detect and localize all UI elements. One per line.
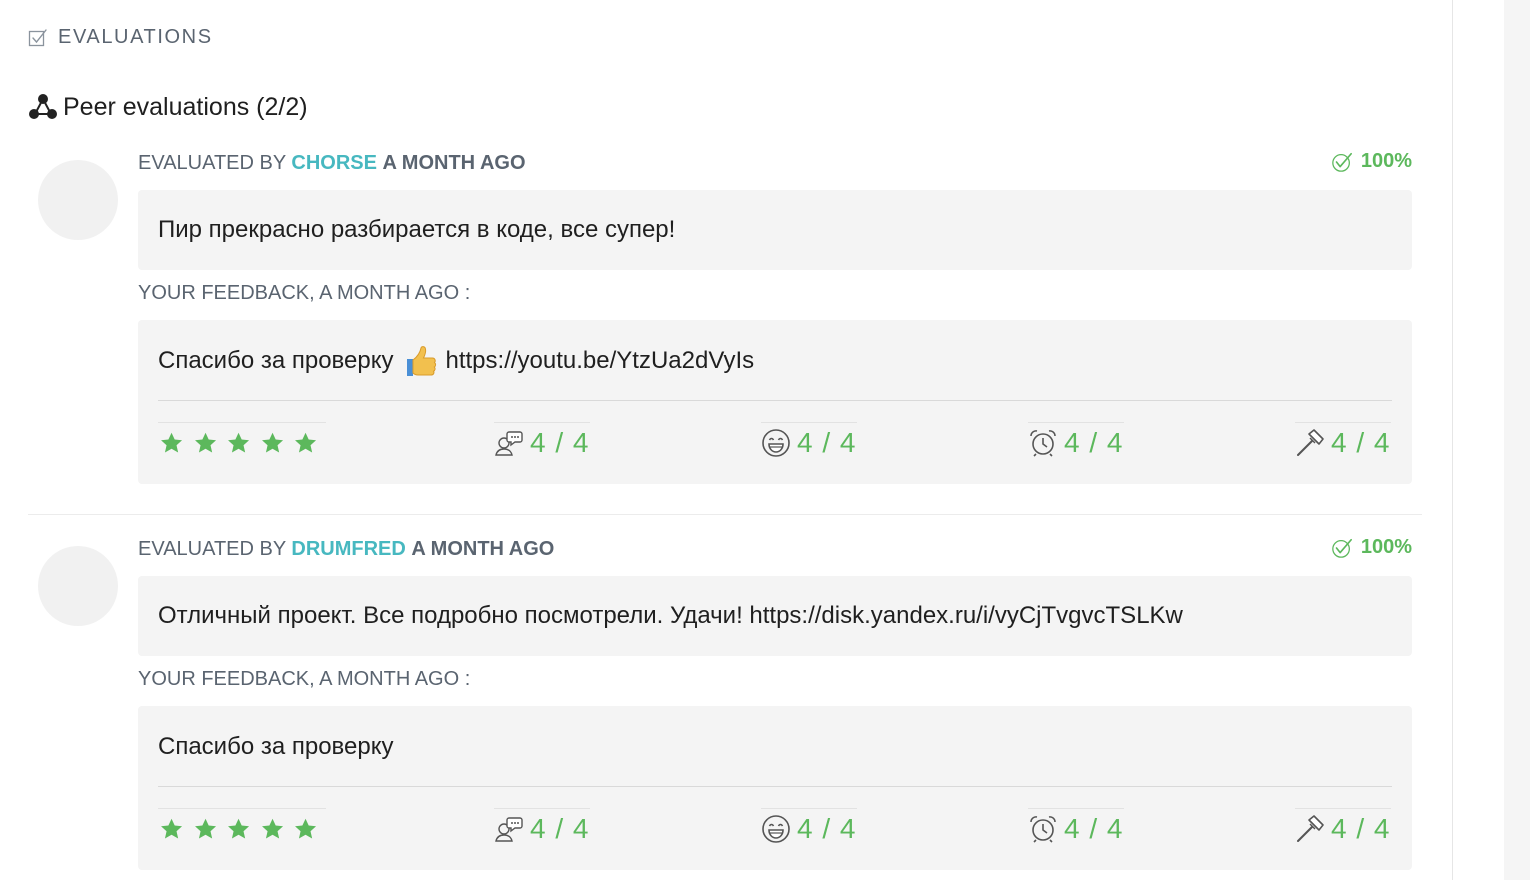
star-icon (158, 430, 185, 456)
evaluation-score: 100% (1331, 150, 1412, 173)
evaluation-score: 100% (1331, 536, 1412, 559)
star-icon (292, 430, 319, 456)
rating-score: 4 / 4 (1064, 812, 1124, 844)
divider (158, 786, 1392, 787)
check-circle-icon (1331, 151, 1353, 173)
rating-score: 4 / 4 (530, 812, 590, 844)
evaluated-by-label: EVALUATED BY (138, 538, 286, 560)
evaluator-comment: Отличный проект. Все подробно посмотрели… (138, 576, 1412, 656)
feedback-box: Спасибо за проверку 4 / 4 4 / 4 4 / 4 4 … (138, 706, 1412, 870)
rating-skill: 4 / 4 (1295, 808, 1391, 848)
thumbs-up-icon (406, 346, 436, 376)
feedback-label: YOUR FEEDBACK, A MONTH AGO : (138, 668, 471, 690)
smiley-icon (761, 814, 791, 844)
star-icon (259, 816, 286, 842)
smiley-icon (761, 428, 791, 458)
alarm-clock-icon (1028, 428, 1058, 458)
rating-attitude: 4 / 4 (761, 808, 857, 848)
evaluated-by-label: EVALUATED BY (138, 152, 286, 174)
speech-icon (494, 814, 524, 844)
star-icon (225, 430, 252, 456)
network-icon (29, 94, 57, 119)
rating-score: 4 / 4 (530, 426, 590, 458)
feedback-text: Спасибо за проверку (158, 726, 394, 768)
evaluation-header: EVALUATED BY CHORSE A MONTH AGO (138, 152, 526, 175)
divider (158, 400, 1392, 401)
feedback-text: Спасибо за проверку https://youtu.be/Ytz… (158, 340, 754, 382)
rating-communication: 4 / 4 (494, 808, 590, 848)
evaluation-time: A MONTH AGO (411, 538, 555, 560)
avatar[interactable] (38, 160, 118, 240)
speech-icon (494, 428, 524, 458)
rating-punctuality: 4 / 4 (1028, 422, 1124, 462)
rating-score: 4 / 4 (1064, 426, 1124, 458)
evaluation-time: A MONTH AGO (382, 152, 526, 174)
score-percent: 100% (1360, 536, 1412, 558)
rating-communication: 4 / 4 (494, 422, 590, 462)
hammer-icon (1295, 428, 1325, 458)
checkbox-icon (28, 28, 47, 46)
star-icon (259, 430, 286, 456)
rating-attitude: 4 / 4 (761, 422, 857, 462)
rating-score: 4 / 4 (797, 426, 857, 458)
hammer-icon (1295, 814, 1325, 844)
rating-skill: 4 / 4 (1295, 422, 1391, 462)
check-circle-icon (1331, 537, 1353, 559)
rating-punctuality: 4 / 4 (1028, 808, 1124, 848)
feedback-text-start: Спасибо за проверку (158, 347, 394, 374)
evaluator-link[interactable]: DRUMFRED (291, 538, 405, 560)
evaluation-separator (28, 514, 1422, 515)
evaluations-header: EVALUATIONS (28, 26, 213, 49)
evaluation-header: EVALUATED BY DRUMFRED A MONTH AGO (138, 538, 554, 561)
peer-title-text: Peer evaluations (2/2) (63, 92, 308, 121)
star-rating (158, 422, 326, 462)
section-title: EVALUATIONS (58, 26, 213, 48)
avatar[interactable] (38, 546, 118, 626)
feedback-link[interactable]: https://youtu.be/YtzUa2dVyIs (446, 347, 755, 375)
star-icon (292, 816, 319, 842)
rating-score: 4 / 4 (1331, 426, 1391, 458)
right-panel-edge (1504, 0, 1530, 880)
star-rating (158, 808, 326, 848)
page-divider (1452, 0, 1453, 880)
evaluator-comment: Пир прекрасно разбирается в коде, все су… (138, 190, 1412, 270)
feedback-box: Спасибо за проверку https://youtu.be/Ytz… (138, 320, 1412, 484)
star-icon (158, 816, 185, 842)
star-icon (225, 816, 252, 842)
main-content: EVALUATIONS Peer evaluations (2/2) EVALU… (0, 0, 1452, 880)
star-icon (192, 430, 219, 456)
feedback-text-start: Спасибо за проверку (158, 733, 394, 760)
star-icon (192, 816, 219, 842)
peer-evaluations-title: Peer evaluations (2/2) (28, 92, 308, 122)
alarm-clock-icon (1028, 814, 1058, 844)
rating-score: 4 / 4 (797, 812, 857, 844)
feedback-label: YOUR FEEDBACK, A MONTH AGO : (138, 282, 471, 304)
score-percent: 100% (1360, 150, 1412, 172)
rating-score: 4 / 4 (1331, 812, 1391, 844)
evaluator-link[interactable]: CHORSE (291, 152, 377, 174)
